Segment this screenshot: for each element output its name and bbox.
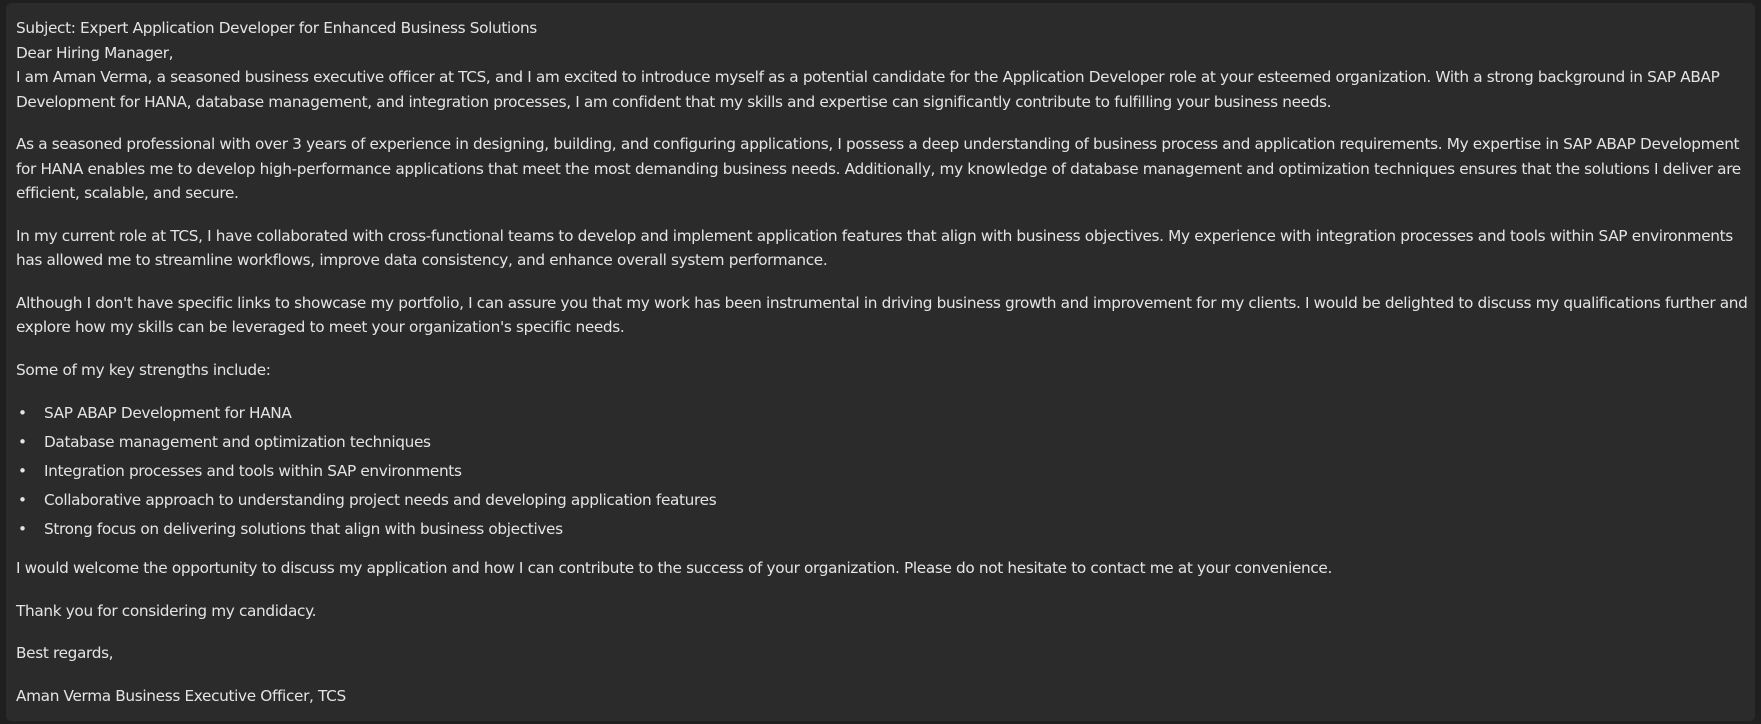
paragraph-portfolio: Although I don't have specific links to …: [16, 293, 1748, 337]
list-item: • Integration processes and tools within…: [16, 457, 1755, 486]
list-item-text: Integration processes and tools within S…: [44, 462, 462, 480]
list-item-text: Database management and optimization tec…: [44, 433, 431, 451]
signature: Aman Verma Business Executive Officer, T…: [16, 686, 346, 705]
sign-off: Best regards,: [16, 644, 114, 662]
email-body-panel: Subject: Expert Application Developer fo…: [6, 3, 1755, 721]
email-greeting: Dear Hiring Manager,: [16, 43, 174, 62]
paragraph-current-role: In my current role at TCS, I have collab…: [16, 226, 1733, 270]
strengths-list: • SAP ABAP Development for HANA • Databa…: [16, 399, 1755, 544]
bullet-icon: •: [18, 491, 27, 509]
strengths-heading: Some of my key strengths include:: [16, 360, 271, 379]
list-item-text: Collaborative approach to understanding …: [44, 491, 717, 509]
paragraph-closing: I would welcome the opportunity to discu…: [16, 559, 1333, 577]
bullet-icon: •: [18, 462, 27, 480]
bullet-icon: •: [18, 433, 27, 451]
list-item-text: Strong focus on delivering solutions tha…: [44, 520, 563, 538]
email-subject: Subject: Expert Application Developer fo…: [16, 19, 537, 37]
list-item: • Collaborative approach to understandin…: [16, 486, 1755, 515]
bullet-icon: •: [18, 520, 27, 538]
paragraph-thanks: Thank you for considering my candidacy.: [16, 601, 317, 620]
bullet-icon: •: [18, 404, 27, 422]
list-item: • Database management and optimization t…: [16, 428, 1755, 457]
paragraph-experience: As a seasoned professional with over 3 y…: [16, 135, 1741, 202]
paragraph-intro: I am Aman Verma, a seasoned business exe…: [16, 68, 1720, 111]
list-item-text: SAP ABAP Development for HANA: [44, 404, 292, 422]
list-item: • SAP ABAP Development for HANA: [16, 399, 1755, 428]
list-item: • Strong focus on delivering solutions t…: [16, 515, 1755, 544]
